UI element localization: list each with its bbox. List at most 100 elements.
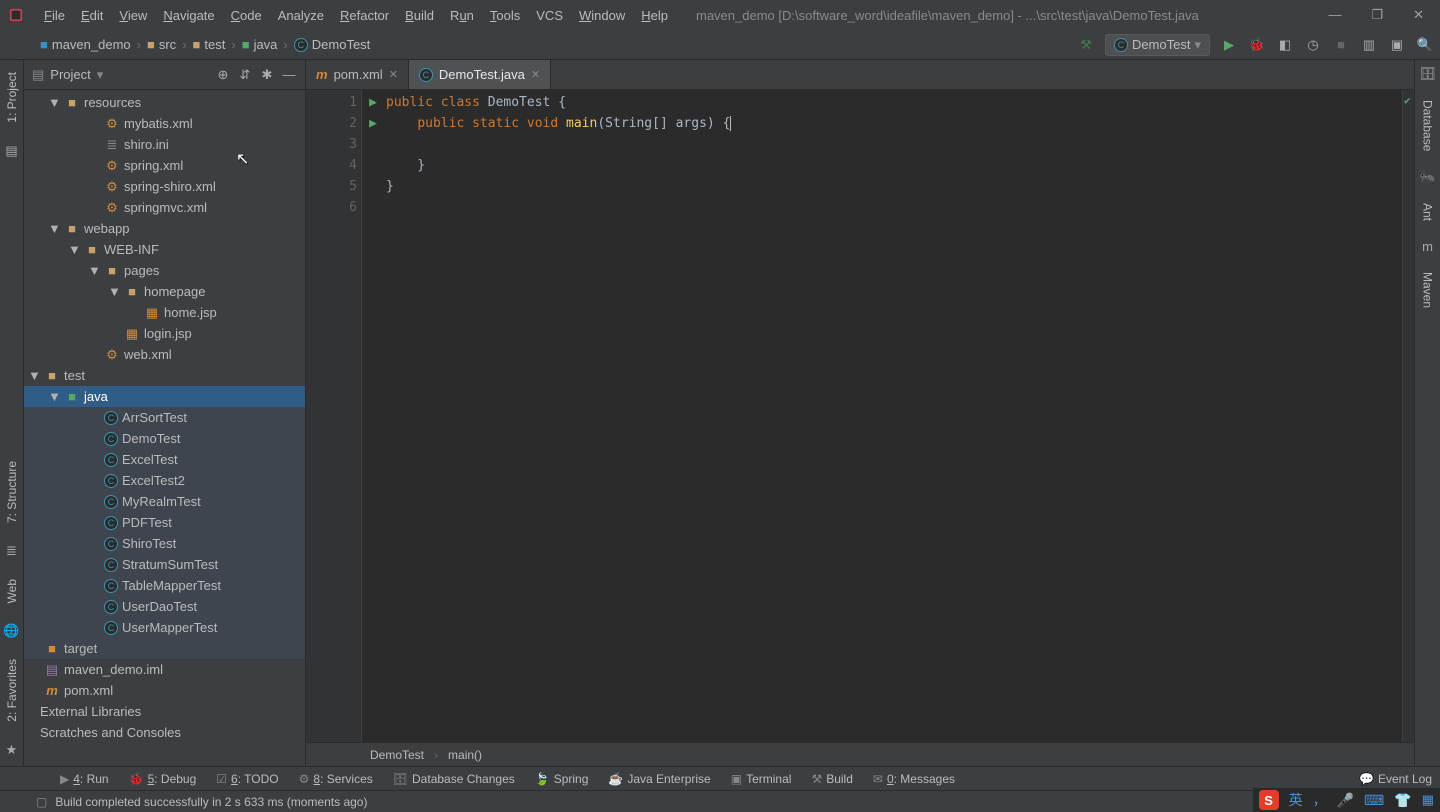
tree-arrow[interactable]: ▼ bbox=[48, 221, 60, 236]
tree-row[interactable]: ▦login.jsp bbox=[24, 323, 305, 344]
tree-row[interactable]: CTableMapperTest bbox=[24, 575, 305, 596]
tree-arrow[interactable]: ▼ bbox=[28, 368, 40, 383]
search-icon[interactable]: 🔍 bbox=[1416, 37, 1434, 53]
tree-row[interactable]: CStratumSumTest bbox=[24, 554, 305, 575]
left-tab-structure[interactable]: 7: Structure bbox=[3, 449, 21, 535]
menu-window[interactable]: Window bbox=[571, 4, 633, 27]
menu-tools[interactable]: Tools bbox=[482, 4, 528, 27]
right-tab-database[interactable]: Database bbox=[1419, 88, 1437, 163]
bottom-tool-build[interactable]: ⚒Build bbox=[811, 772, 852, 786]
tree-row[interactable]: CUserDaoTest bbox=[24, 596, 305, 617]
menu-run[interactable]: Run bbox=[442, 4, 482, 27]
right-tab-maven[interactable]: Maven bbox=[1419, 260, 1437, 320]
close-icon[interactable]: ✕ bbox=[531, 68, 540, 81]
project-tree[interactable]: ▼■resources⚙mybatis.xml≣shiro.ini⚙spring… bbox=[24, 90, 305, 766]
ime-punct-icon[interactable]: ， bbox=[1313, 790, 1327, 810]
tree-row[interactable]: ⚙mybatis.xml bbox=[24, 113, 305, 134]
gutter-run-icon[interactable]: ▶ bbox=[369, 95, 377, 110]
menu-refactor[interactable]: Refactor bbox=[332, 4, 397, 27]
tree-row[interactable]: External Libraries bbox=[24, 701, 305, 722]
tree-row[interactable]: ■target bbox=[24, 638, 305, 659]
tree-row[interactable]: ⚙spring-shiro.xml bbox=[24, 176, 305, 197]
ime-voice-icon[interactable]: 🎤 bbox=[1337, 792, 1354, 809]
tree-row[interactable]: ▼■test bbox=[24, 365, 305, 386]
editor-tab[interactable]: CDemoTest.java✕ bbox=[409, 60, 551, 89]
breadcrumb-item[interactable]: ■test bbox=[193, 37, 226, 52]
bottom-tool-databasechanges[interactable]: 🗄Database Changes bbox=[393, 772, 515, 786]
breadcrumb-item[interactable]: ■java bbox=[242, 37, 278, 52]
tree-row[interactable]: CUserMapperTest bbox=[24, 617, 305, 638]
tree-row[interactable]: Scratches and Consoles bbox=[24, 722, 305, 743]
debug-icon[interactable]: 🐞 bbox=[1248, 37, 1266, 53]
bottom-tool-services[interactable]: ⚙8: Services bbox=[299, 772, 373, 786]
tree-row[interactable]: CArrSortTest bbox=[24, 407, 305, 428]
tree-arrow[interactable]: ▼ bbox=[48, 389, 60, 404]
menu-code[interactable]: Code bbox=[223, 4, 270, 27]
profile-icon[interactable]: ◷ bbox=[1304, 37, 1322, 53]
ime-toolbox-icon[interactable]: ▦ bbox=[1422, 792, 1434, 808]
breadcrumb-item[interactable]: DemoTest bbox=[370, 748, 424, 762]
bottom-tool-todo[interactable]: ☑6: TODO bbox=[216, 772, 278, 786]
ime-keyboard-icon[interactable]: ⌨ bbox=[1364, 792, 1384, 809]
maximize-button[interactable]: ❐ bbox=[1371, 7, 1383, 23]
minimize-button[interactable]: — bbox=[1328, 7, 1341, 23]
panel-icon[interactable]: ▣ bbox=[1388, 37, 1406, 53]
left-tab-project[interactable]: 1: Project bbox=[3, 60, 21, 135]
menu-analyze[interactable]: Analyze bbox=[270, 4, 332, 27]
close-button[interactable]: ✕ bbox=[1413, 7, 1424, 23]
tree-row[interactable]: CMyRealmTest bbox=[24, 491, 305, 512]
stop-icon[interactable]: ■ bbox=[1332, 37, 1350, 52]
bottom-tool-javaenterprise[interactable]: ☕Java Enterprise bbox=[608, 772, 710, 786]
breadcrumb-item[interactable]: main() bbox=[448, 748, 482, 762]
tree-row[interactable]: ▼■resources bbox=[24, 92, 305, 113]
collapse-icon[interactable]: — bbox=[281, 67, 297, 82]
menu-build[interactable]: Build bbox=[397, 4, 442, 27]
bottom-tool-messages[interactable]: ✉0: Messages bbox=[873, 772, 955, 786]
menu-view[interactable]: View bbox=[111, 4, 155, 27]
editor-tab[interactable]: mpom.xml✕ bbox=[306, 60, 409, 89]
tree-row[interactable]: ⚙web.xml bbox=[24, 344, 305, 365]
bottom-tool-spring[interactable]: 🍃Spring bbox=[535, 772, 589, 786]
ime-lang[interactable]: 英 bbox=[1289, 790, 1303, 810]
event-log-button[interactable]: 💬Event Log bbox=[1359, 772, 1432, 786]
coverage-icon[interactable]: ◧ bbox=[1276, 37, 1294, 53]
ime-skin-icon[interactable]: 👕 bbox=[1394, 792, 1411, 809]
bottom-tool-run[interactable]: ▶4: Run bbox=[60, 772, 109, 786]
gutter-run-icon[interactable]: ▶ bbox=[369, 116, 377, 131]
menu-edit[interactable]: Edit bbox=[73, 4, 111, 27]
tree-arrow[interactable]: ▼ bbox=[88, 263, 100, 278]
breadcrumb-item[interactable]: ■maven_demo bbox=[40, 37, 131, 52]
tree-row[interactable]: ⚙spring.xml bbox=[24, 155, 305, 176]
menu-navigate[interactable]: Navigate bbox=[155, 4, 222, 27]
tree-arrow[interactable]: ▼ bbox=[108, 284, 120, 299]
chevron-down-icon[interactable]: ▾ bbox=[97, 67, 104, 83]
expand-icon[interactable]: ⇵ bbox=[237, 67, 253, 83]
locate-icon[interactable]: ⊕ bbox=[215, 67, 231, 83]
run-icon[interactable]: ▶ bbox=[1220, 37, 1238, 53]
right-tab-ant[interactable]: Ant bbox=[1419, 191, 1437, 233]
tree-row[interactable]: CExcelTest2 bbox=[24, 470, 305, 491]
tree-row[interactable]: ≣shiro.ini bbox=[24, 134, 305, 155]
close-icon[interactable]: ✕ bbox=[389, 68, 398, 81]
tree-arrow[interactable]: ▼ bbox=[68, 242, 80, 257]
tree-row[interactable]: ▤maven_demo.iml bbox=[24, 659, 305, 680]
project-structure-icon[interactable]: ▥ bbox=[1360, 37, 1378, 53]
breadcrumb-item[interactable]: ■src bbox=[147, 37, 176, 52]
tree-row[interactable]: CShiroTest bbox=[24, 533, 305, 554]
tree-row[interactable]: mpom.xml bbox=[24, 680, 305, 701]
left-tab-web[interactable]: Web bbox=[3, 567, 21, 615]
code-area[interactable]: public class DemoTest { public static vo… bbox=[378, 90, 1402, 742]
tree-row[interactable]: CDemoTest bbox=[24, 428, 305, 449]
bottom-tool-terminal[interactable]: ▣Terminal bbox=[731, 772, 792, 786]
tree-row[interactable]: ▼■WEB-INF bbox=[24, 239, 305, 260]
status-icon[interactable]: ▢ bbox=[36, 795, 47, 809]
tree-row[interactable]: CPDFTest bbox=[24, 512, 305, 533]
tree-row[interactable]: ⚙springmvc.xml bbox=[24, 197, 305, 218]
menu-vcs[interactable]: VCS bbox=[528, 4, 571, 27]
tree-arrow[interactable]: ▼ bbox=[48, 95, 60, 110]
left-tab-favorites[interactable]: 2: Favorites bbox=[3, 647, 21, 734]
tree-row[interactable]: CExcelTest bbox=[24, 449, 305, 470]
run-config-selector[interactable]: C DemoTest ▾ bbox=[1105, 34, 1210, 56]
ime-logo[interactable]: S bbox=[1259, 790, 1279, 810]
tree-row[interactable]: ▼■homepage bbox=[24, 281, 305, 302]
